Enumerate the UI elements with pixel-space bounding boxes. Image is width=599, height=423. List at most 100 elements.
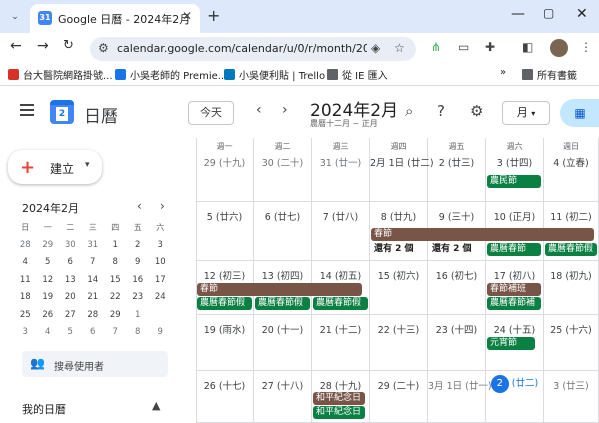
day-number[interactable]: 27 (十八) [254, 378, 311, 392]
day-number[interactable]: 21 (十二) [312, 322, 369, 336]
day-number[interactable]: 11 (初二) [544, 209, 598, 223]
day-cell[interactable]: 6 (廿七) [254, 202, 312, 261]
event-chip[interactable]: 農曆春節 [487, 243, 541, 256]
line-extension-icon[interactable]: ▭ [458, 40, 469, 54]
search-people-input[interactable]: 👥 搜尋使用者 [22, 351, 168, 377]
day-number[interactable]: 2 (廿二) [486, 375, 543, 393]
day-number[interactable]: 24 (十五) [486, 322, 543, 336]
day-number[interactable]: 20 (十一) [254, 322, 311, 336]
mini-day[interactable]: 16 [127, 272, 150, 290]
day-cell[interactable]: 27 (十八) [254, 371, 312, 423]
browser-menu-icon[interactable]: ⋮ [580, 40, 592, 54]
day-number[interactable]: 29 (十九) [196, 155, 253, 169]
day-cell[interactable]: 20 (十一) [254, 315, 312, 371]
calendar-view-icon[interactable]: ▦ [560, 99, 599, 127]
mini-day[interactable]: 19 [37, 289, 60, 307]
day-number[interactable]: 15 (初六) [370, 268, 427, 282]
today-button[interactable]: 今天 [188, 101, 234, 125]
mini-day[interactable]: 17 [149, 272, 172, 290]
day-cell[interactable]: 29 (二十) [370, 371, 428, 423]
prev-month-icon[interactable]: ‹ [256, 102, 262, 118]
mini-day[interactable]: 6 [82, 324, 105, 342]
site-info-icon[interactable]: ⚙ [98, 41, 109, 55]
more-events-link[interactable]: 還有 2 個 [429, 243, 485, 256]
day-cell[interactable]: 週五 2 (廿三) [428, 138, 486, 202]
mini-day[interactable]: 11 [14, 272, 37, 290]
settings-gear-icon[interactable]: ⚙ [470, 102, 483, 120]
day-cell[interactable]: 5 (廿六) [196, 202, 254, 261]
more-bookmarks-icon[interactable]: » [500, 67, 506, 78]
create-button[interactable]: + 建立 ▾ [8, 150, 102, 184]
day-number[interactable]: 3月 1日 (廿一) [428, 378, 492, 392]
day-cell[interactable]: 16 (初七) [428, 261, 486, 315]
forward-icon[interactable]: → [37, 38, 49, 54]
event-chip[interactable]: 春節補班 [487, 283, 541, 296]
today-date[interactable]: 2 [490, 375, 509, 393]
mini-day[interactable]: 13 [59, 272, 82, 290]
day-cell[interactable]: 7 (廿八) [312, 202, 370, 261]
day-cell[interactable]: 2 (廿二) [486, 371, 544, 423]
mini-day[interactable]: 22 [104, 289, 127, 307]
day-number[interactable]: 17 (初八) [486, 268, 543, 282]
mini-day[interactable]: 18 [14, 289, 37, 307]
day-cell[interactable]: 26 (十七) [196, 371, 254, 423]
mini-day[interactable]: 12 [37, 272, 60, 290]
mini-day[interactable]: 23 [127, 289, 150, 307]
mini-day[interactable]: 1 [104, 236, 127, 255]
profile-avatar[interactable] [550, 39, 568, 57]
day-cell[interactable]: 週三 31 (廿一) [312, 138, 370, 202]
mini-day[interactable]: 8 [104, 254, 127, 272]
view-select[interactable]: 月 ▾ [502, 101, 550, 125]
day-cell[interactable]: 3月 1日 (廿一) [428, 371, 492, 423]
day-cell[interactable]: 週二 30 (二十) [254, 138, 312, 202]
back-icon[interactable]: ← [10, 38, 22, 54]
day-number[interactable]: 4 (立春) [544, 155, 598, 169]
day-number[interactable]: 8 (廿九) [370, 209, 427, 223]
mini-day[interactable]: 10 [149, 254, 172, 272]
mini-day[interactable]: 1 [127, 307, 150, 325]
day-number[interactable]: 12 (初三) [196, 268, 253, 282]
mini-day[interactable]: 15 [104, 272, 127, 290]
mini-day[interactable]: 7 [104, 324, 127, 342]
event-chip[interactable]: 農曆春節補 [487, 297, 541, 310]
mini-day[interactable]: 2 [149, 306, 172, 325]
mini-day[interactable]: 3 [149, 237, 172, 255]
mini-day[interactable]: 4 [14, 254, 37, 272]
day-cell[interactable]: 23 (十四) [428, 315, 486, 371]
new-tab-icon[interactable]: + [207, 6, 220, 25]
event-chip[interactable]: 和平紀念日 [313, 406, 365, 419]
event-chip[interactable]: 農民節 [487, 175, 541, 188]
mini-day[interactable]: 30 [59, 237, 82, 255]
mini-day[interactable]: 20 [59, 289, 82, 307]
mini-day[interactable]: 7 [82, 254, 105, 272]
search-icon[interactable]: ⌕ [405, 102, 413, 120]
day-cell[interactable]: 3 (廿三) [544, 371, 599, 423]
maximize-icon[interactable]: ▢ [543, 6, 554, 20]
day-number[interactable]: 14 (初五) [312, 268, 369, 282]
window-close-icon[interactable]: ✕ [576, 6, 588, 22]
mini-day[interactable]: 9 [149, 324, 172, 342]
help-icon[interactable]: ? [437, 102, 445, 120]
day-number[interactable]: 3 (廿三) [544, 378, 598, 392]
mini-day[interactable]: 28 [14, 237, 37, 255]
extensions-puzzle-icon[interactable]: ✚ [485, 40, 495, 54]
mini-day[interactable]: 14 [82, 272, 105, 290]
next-month-icon[interactable]: › [282, 102, 288, 118]
day-number[interactable]: 10 (正月) [486, 209, 543, 223]
bookmark-ntuh[interactable]: 台大醫院網路掛號... [8, 67, 113, 82]
day-cell[interactable]: 18 (初九) [544, 261, 599, 315]
tab-close-icon[interactable]: ✕ [182, 9, 192, 23]
day-number[interactable]: 16 (初七) [428, 268, 485, 282]
bookmark-trello[interactable]: 小吳便利貼 | Trello [224, 67, 325, 82]
day-number[interactable]: 25 (十六) [544, 322, 598, 336]
day-number[interactable]: 2 (廿三) [428, 155, 485, 169]
event-chip[interactable]: 農曆春節假 [545, 243, 597, 256]
day-number[interactable]: 22 (十三) [370, 322, 427, 336]
mini-prev-icon[interactable]: ‹ [137, 199, 142, 213]
event-chip[interactable]: 和平紀念日 [313, 392, 365, 405]
day-number[interactable]: 26 (十七) [196, 378, 253, 392]
day-number[interactable]: 3 (廿四) [486, 155, 543, 169]
browser-tab-active[interactable]: 31 Google 日曆 - 2024年2月 ✕ [30, 4, 200, 33]
mini-day[interactable]: 6 [59, 254, 82, 272]
mini-day[interactable]: 8 [127, 324, 150, 342]
